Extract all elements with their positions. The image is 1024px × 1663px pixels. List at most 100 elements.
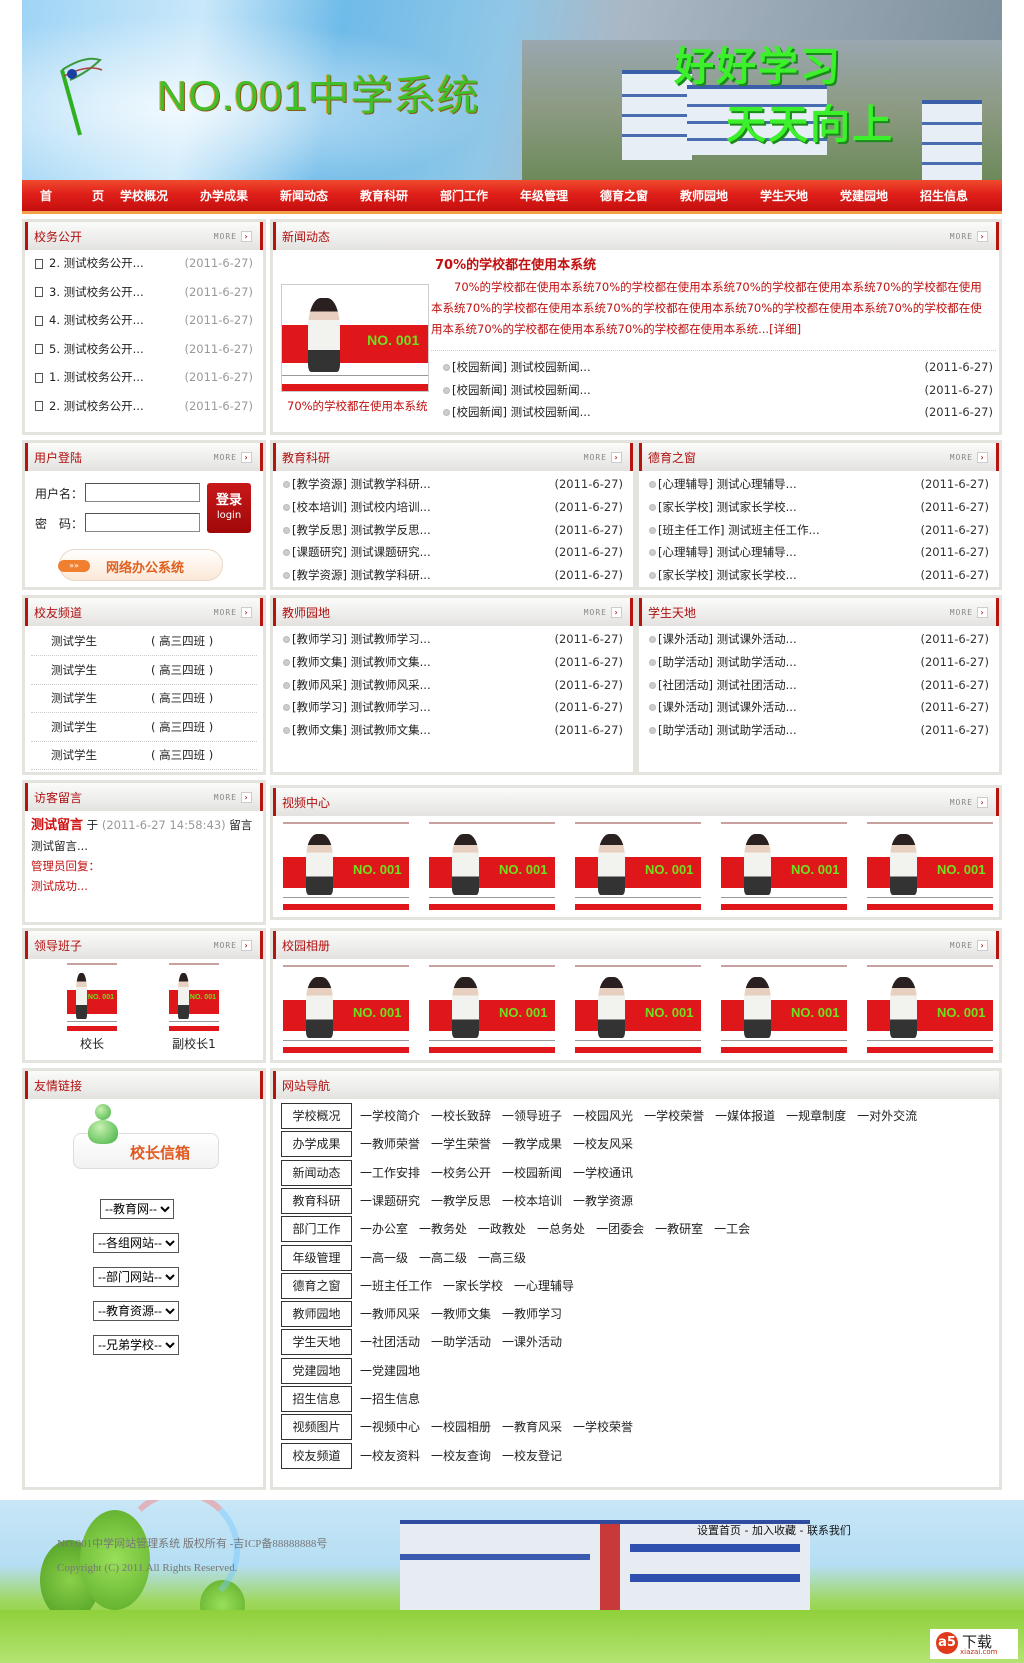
list-item[interactable]: [助学活动] 测试助学活动... (2011-6-27)	[639, 719, 999, 741]
site-nav-link[interactable]: 一学校通讯	[573, 1166, 633, 1180]
album-photo[interactable]: NO. 001	[429, 965, 555, 1053]
nav-item[interactable]: 部门工作	[440, 187, 520, 204]
item-title[interactable]: [课外活动] 测试课外活动...	[658, 632, 797, 646]
site-nav-link[interactable]: 一学生荣誉	[431, 1137, 491, 1151]
site-nav-link[interactable]: 一班主任工作	[360, 1279, 432, 1293]
site-nav-link[interactable]: 一领导班子	[502, 1109, 562, 1123]
site-nav-category[interactable]: 视频图片	[281, 1414, 352, 1441]
site-nav-link[interactable]: 一教师风采	[360, 1307, 420, 1321]
list-item[interactable]: [校园新闻] 测试校园新闻... (2011-6-27)	[433, 356, 1003, 378]
video-thumbnail[interactable]: NO. 001	[283, 822, 409, 910]
nav-item[interactable]: 新闻动态	[280, 187, 360, 204]
alumni-name[interactable]: 测试学生	[51, 687, 97, 709]
item-title[interactable]: [助学活动] 测试助学活动...	[658, 655, 797, 669]
site-nav-category[interactable]: 办学成果	[281, 1131, 352, 1158]
leader-photo[interactable]: NO. 001	[169, 963, 219, 1031]
site-nav-link[interactable]: 一课题研究	[360, 1194, 420, 1208]
site-nav-category[interactable]: 招生信息	[281, 1386, 352, 1412]
site-nav-link[interactable]: 一总务处	[537, 1222, 585, 1236]
album-photo[interactable]: NO. 001	[283, 965, 409, 1053]
leader-caption[interactable]: 副校长1	[159, 1035, 229, 1052]
alumni-row[interactable]: 测试学生 ( 高三四班 )	[31, 687, 257, 713]
item-title[interactable]: 2. 测试校务公开...	[49, 399, 144, 413]
site-nav-link[interactable]: 一团委会	[596, 1222, 644, 1236]
list-item[interactable]: 5. 测试校务公开... (2011-6-27)	[25, 338, 263, 360]
list-item[interactable]: [校园新闻] 测试校园新闻... (2011-6-27)	[433, 401, 1003, 423]
nav-item[interactable]: 教师园地	[680, 187, 760, 204]
site-nav-link[interactable]: 一视频中心	[360, 1420, 420, 1434]
nav-item[interactable]: 首 页	[40, 187, 120, 204]
list-item[interactable]: 2. 测试校务公开... (2011-6-27)	[25, 395, 263, 417]
site-nav-link[interactable]: 一助学活动	[431, 1335, 491, 1349]
site-nav-category[interactable]: 新闻动态	[281, 1159, 352, 1186]
site-nav-link[interactable]: 一校友登记	[502, 1449, 562, 1463]
nav-item[interactable]: 教育科研	[360, 187, 440, 204]
site-nav-link[interactable]: 一高三级	[478, 1251, 526, 1265]
contact-us-link[interactable]: 联系我们	[807, 1524, 851, 1537]
list-item[interactable]: [班主任工作] 测试班主任工作... (2011-6-27)	[639, 519, 999, 541]
list-item[interactable]: [教学资源] 测试教学科研... (2011-6-27)	[273, 564, 633, 586]
list-item[interactable]: [课外活动] 测试课外活动... (2011-6-27)	[639, 628, 999, 650]
more-link[interactable]: MORE ›	[584, 452, 622, 463]
list-item[interactable]: 2. 测试校务公开... (2011-6-27)	[25, 252, 263, 274]
username-input[interactable]	[85, 483, 200, 502]
more-link[interactable]: MORE ›	[950, 231, 988, 242]
list-item[interactable]: [家长学校] 测试家长学校... (2011-6-27)	[639, 496, 999, 518]
list-item[interactable]: [课题研究] 测试课题研究... (2011-6-27)	[273, 541, 633, 563]
alumni-name[interactable]: 测试学生	[51, 744, 97, 766]
list-item[interactable]: [教学资源] 测试教学科研... (2011-6-27)	[273, 473, 633, 495]
alumni-name[interactable]: 测试学生	[51, 630, 97, 652]
site-nav-category[interactable]: 学校概况	[281, 1103, 352, 1129]
nav-item[interactable]: 党建园地	[840, 187, 920, 204]
set-homepage-link[interactable]: 设置首页	[697, 1524, 741, 1537]
video-thumbnail[interactable]: NO. 001	[575, 822, 701, 910]
site-nav-category[interactable]: 学生天地	[281, 1329, 352, 1356]
site-nav-category[interactable]: 教育科研	[281, 1187, 352, 1214]
video-thumbnail[interactable]: NO. 001	[867, 822, 993, 910]
item-title[interactable]: [班主任工作] 测试班主任工作...	[658, 523, 820, 537]
list-item[interactable]: 1. 测试校务公开... (2011-6-27)	[25, 366, 263, 388]
list-item[interactable]: [教师学习] 测试教师学习... (2011-6-27)	[273, 696, 633, 718]
item-title[interactable]: [教师学习] 测试教师学习...	[292, 700, 431, 714]
site-nav-link[interactable]: 一学校荣誉	[644, 1109, 704, 1123]
album-photo[interactable]: NO. 001	[721, 965, 847, 1053]
friend-link-select[interactable]: --教育网--	[100, 1199, 174, 1219]
site-nav-link[interactable]: 一学校荣誉	[573, 1420, 633, 1434]
item-title[interactable]: [教学反思] 测试教学反思...	[292, 523, 431, 537]
site-nav-link[interactable]: 一校本培训	[502, 1194, 562, 1208]
news-thumbnail[interactable]: NO. 001	[281, 284, 429, 392]
site-nav-link[interactable]: 一教学成果	[502, 1137, 562, 1151]
site-nav-link[interactable]: 一党建园地	[360, 1364, 420, 1378]
password-input[interactable]	[85, 513, 200, 532]
item-title[interactable]: [心理辅导] 测试心理辅导...	[658, 545, 797, 559]
site-nav-link[interactable]: 一校务公开	[431, 1166, 491, 1180]
more-link[interactable]: MORE ›	[950, 452, 988, 463]
site-nav-link[interactable]: 一政教处	[478, 1222, 526, 1236]
nav-item[interactable]: 招生信息	[920, 187, 1000, 204]
friend-link-select[interactable]: --兄弟学校--	[93, 1335, 179, 1355]
alumni-row[interactable]: 测试学生 ( 高三四班 )	[31, 630, 257, 656]
message-author[interactable]: 测试留言	[31, 818, 83, 833]
site-nav-category[interactable]: 部门工作	[281, 1216, 352, 1243]
site-nav-link[interactable]: 一校园风光	[573, 1109, 633, 1123]
item-title[interactable]: [教师文集] 测试教师文集...	[292, 723, 431, 737]
site-nav-link[interactable]: 一对外交流	[857, 1109, 917, 1123]
site-nav-link[interactable]: 一教育风采	[502, 1420, 562, 1434]
item-title[interactable]: [校本培训] 测试校内培训...	[292, 500, 431, 514]
item-title[interactable]: 3. 测试校务公开...	[49, 285, 144, 299]
site-nav-link[interactable]: 一工作安排	[360, 1166, 420, 1180]
list-item[interactable]: [教师风采] 测试教师风采... (2011-6-27)	[273, 674, 633, 696]
news-headline[interactable]: 70%的学校都在使用本系统	[435, 254, 596, 273]
list-item[interactable]: [校园新闻] 测试校园新闻... (2011-6-27)	[433, 379, 1003, 401]
nav-item[interactable]: 学生天地	[760, 187, 840, 204]
site-nav-link[interactable]: 一媒体报道	[715, 1109, 775, 1123]
nav-item[interactable]: 德育之窗	[600, 187, 680, 204]
video-thumbnail[interactable]: NO. 001	[721, 822, 847, 910]
alumni-name[interactable]: 测试学生	[51, 716, 97, 738]
item-title[interactable]: 5. 测试校务公开...	[49, 342, 144, 356]
site-nav-link[interactable]: 一办公室	[360, 1222, 408, 1236]
site-nav-link[interactable]: 一学校简介	[360, 1109, 420, 1123]
more-link[interactable]: MORE ›	[214, 231, 252, 242]
site-nav-link[interactable]: 一高二级	[419, 1251, 467, 1265]
friend-link-select[interactable]: --部门网站--	[93, 1267, 179, 1287]
